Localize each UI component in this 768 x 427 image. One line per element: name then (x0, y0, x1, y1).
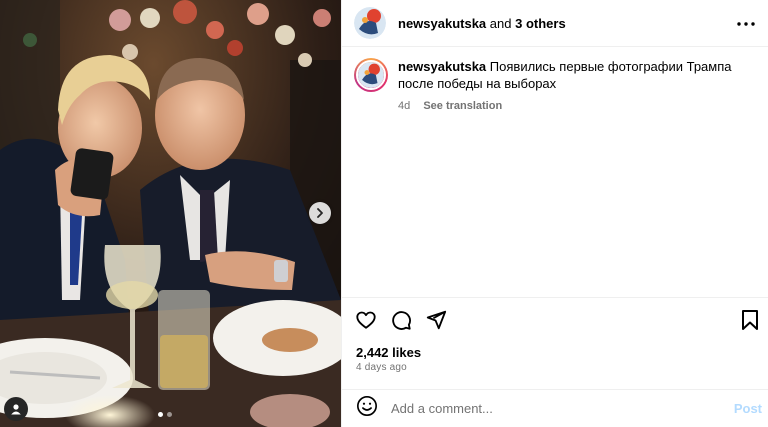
comment-bar: Post (342, 389, 768, 427)
carousel-dot-active (158, 412, 163, 417)
carousel-dots (158, 412, 172, 417)
next-photo-button[interactable] (309, 202, 331, 224)
caption-avatar-ring[interactable] (354, 58, 388, 92)
save-button[interactable] (740, 309, 760, 336)
avatar-image (354, 7, 386, 39)
author-avatar[interactable] (354, 7, 386, 39)
post-photo (0, 0, 341, 427)
author-username[interactable]: newsyakutska (398, 16, 486, 31)
comment-button[interactable] (390, 309, 412, 336)
send-icon (426, 310, 447, 330)
heart-icon (356, 311, 376, 329)
share-button[interactable] (425, 309, 447, 336)
comment-icon (392, 311, 411, 330)
post-caption: newsyakutska Появились первые фотографии… (354, 58, 754, 115)
caption-avatar (356, 60, 386, 90)
chevron-right-icon (317, 208, 323, 218)
bookmark-icon (742, 310, 758, 330)
more-options-button[interactable] (735, 13, 757, 40)
post-header: newsyakutska and 3 others (342, 0, 768, 47)
post-timestamp[interactable]: 4 days ago (356, 362, 407, 373)
collaborators-link[interactable]: 3 others (515, 16, 566, 31)
emoji-icon (357, 396, 377, 416)
header-usernames: newsyakutska and 3 others (398, 16, 566, 31)
comment-input[interactable] (391, 401, 721, 416)
caption-body: newsyakutska Появились первые фотографии… (398, 58, 738, 115)
post-comment-button[interactable]: Post (734, 401, 762, 416)
see-translation-link[interactable]: See translation (423, 100, 502, 112)
action-bar (342, 297, 768, 343)
caption-age[interactable]: 4d (398, 100, 410, 112)
collab-connector: and (489, 15, 512, 31)
user-tag-icon (11, 404, 21, 415)
more-horizontal-icon (737, 22, 755, 26)
post-media[interactable] (0, 0, 341, 427)
emoji-button[interactable] (356, 395, 378, 422)
avatar-image (358, 62, 384, 88)
likes-count[interactable]: 2,442 likes (356, 345, 421, 360)
carousel-dot (167, 412, 172, 417)
tagged-users-button[interactable] (4, 397, 28, 421)
caption-username[interactable]: newsyakutska (398, 59, 486, 74)
instagram-post: newsyakutska and 3 others newsyakutska П… (0, 0, 768, 427)
like-button[interactable] (355, 309, 377, 336)
post-details-panel: newsyakutska and 3 others newsyakutska П… (341, 0, 768, 427)
caption-meta: 4d See translation (398, 98, 738, 115)
